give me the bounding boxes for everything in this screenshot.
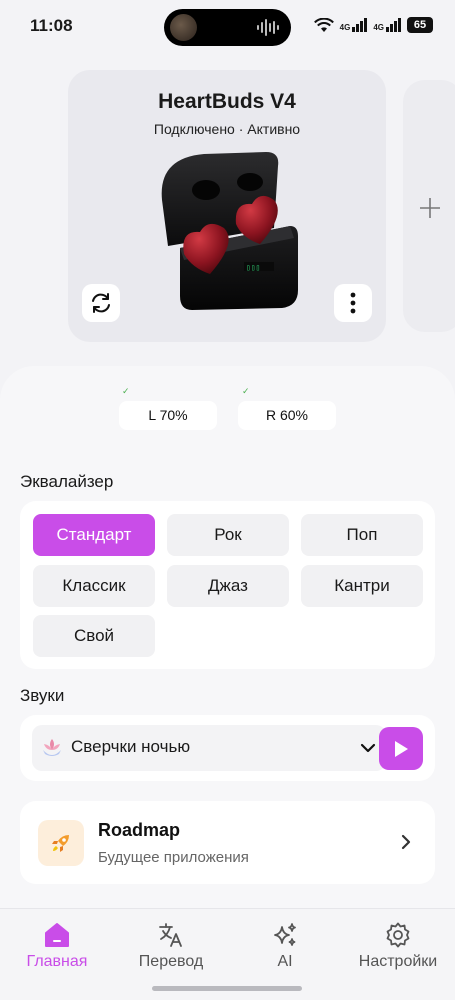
device-name: HeartBuds V4 <box>158 90 296 113</box>
gear-icon <box>386 922 410 948</box>
device-card[interactable]: HeartBuds V4 Подключено · Активно ▯▯▯ <box>68 70 386 342</box>
chevron-right-icon <box>401 834 411 850</box>
cellular-signal-1-icon: 4G <box>340 18 368 32</box>
eq-preset-classic[interactable]: Классик <box>33 565 155 607</box>
equalizer-title: Эквалайзер <box>20 472 114 491</box>
eq-preset-rock[interactable]: Рок <box>167 514 289 556</box>
refresh-icon <box>92 293 110 313</box>
equalizer-card: Стандарт Рок Поп Классик Джаз Кантри Сво… <box>20 501 435 669</box>
home-indicator <box>152 986 302 991</box>
now-playing-avatar <box>170 14 197 41</box>
eq-preset-custom[interactable]: Свой <box>33 615 155 657</box>
chevron-down-icon <box>360 743 376 753</box>
roadmap-title: Roadmap <box>98 820 181 840</box>
tab-translate[interactable]: Перевод <box>114 909 228 979</box>
more-vertical-icon <box>350 292 356 314</box>
plus-icon[interactable] <box>418 196 442 220</box>
network-type-label: 4G <box>339 23 351 32</box>
left-check-icon: ✓ <box>122 386 130 396</box>
roadmap-card[interactable]: Roadmap Будущее приложения <box>20 801 435 884</box>
tab-ai-label: AI <box>277 953 293 970</box>
status-bar: 11:08 4G 4G 65 <box>0 0 455 56</box>
lotus-icon <box>43 739 61 756</box>
tab-home[interactable]: Главная <box>0 909 114 979</box>
more-options-button[interactable] <box>334 284 372 322</box>
eq-preset-country[interactable]: Кантри <box>301 565 423 607</box>
right-check-icon: ✓ <box>242 386 250 396</box>
roadmap-subtitle: Будущее приложения <box>98 849 249 866</box>
tab-settings-label: Настройки <box>358 953 438 970</box>
sounds-title: Звуки <box>20 686 65 705</box>
tab-settings[interactable]: Настройки <box>341 909 455 979</box>
left-earbud-battery: L 70% <box>119 401 217 430</box>
eq-preset-pop[interactable]: Поп <box>301 514 423 556</box>
sparkles-icon <box>274 923 296 946</box>
audio-wave-icon <box>257 19 279 36</box>
earbuds-case-image: ▯▯▯ <box>161 152 298 310</box>
network-type-label: 4G <box>373 23 384 32</box>
battery-indicator: 65 <box>407 17 433 33</box>
cellular-signal-2-icon: 4G <box>373 18 401 32</box>
wifi-icon <box>313 17 334 32</box>
tab-home-label: Главная <box>26 953 88 970</box>
status-time: 11:08 <box>30 16 73 35</box>
sounds-card: Сверчки ночью <box>20 715 435 781</box>
selected-sound-label: Сверчки ночью <box>71 737 191 756</box>
tab-ai[interactable]: AI <box>228 909 342 979</box>
dynamic-island[interactable] <box>164 9 291 46</box>
tab-translate-label: Перевод <box>138 953 204 970</box>
refresh-button[interactable] <box>82 284 120 322</box>
play-sound-button[interactable] <box>379 727 423 770</box>
device-status: Подключено · Активно <box>153 121 301 137</box>
svg-text:▯▯▯: ▯▯▯ <box>246 263 260 272</box>
home-icon <box>45 923 69 947</box>
main-panel <box>0 366 455 1000</box>
right-earbud-battery: R 60% <box>238 401 336 430</box>
eq-preset-standard[interactable]: Стандарт <box>33 514 155 556</box>
rocket-icon <box>38 820 84 866</box>
sound-select[interactable]: Сверчки ночью <box>32 725 386 771</box>
play-icon <box>395 740 408 757</box>
translate-icon <box>159 923 182 947</box>
eq-preset-jazz[interactable]: Джаз <box>167 565 289 607</box>
